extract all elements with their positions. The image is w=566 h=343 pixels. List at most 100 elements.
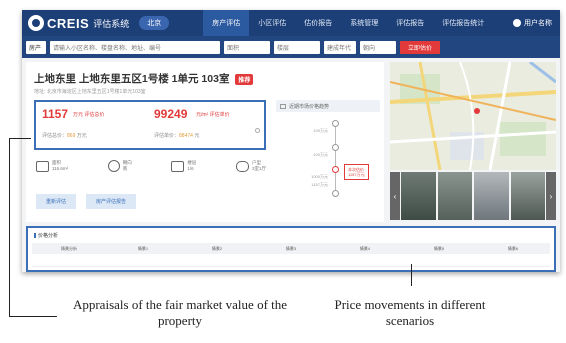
info-icon[interactable] [255, 128, 260, 133]
analysis-header-row: 情景分析 情景1 情景2 情景3 情景4 情景5 情景6 [32, 243, 550, 254]
total-price-range: 评估总价：869 万元 [42, 132, 87, 139]
brand-subtitle: 评估系统 [93, 18, 130, 29]
scenario-title: 近期市场价格趋势 [289, 103, 330, 110]
unit-price-unit: 元/m² 评估单价 [196, 112, 230, 118]
photo-thumbnail[interactable] [401, 172, 436, 220]
analysis-title: 价格分析 [34, 232, 58, 239]
layout-icon [235, 160, 249, 172]
nav-item-property-appraisal[interactable]: 房产评估 [203, 10, 250, 36]
attribute-label: 楼层 [187, 160, 197, 165]
price-analysis-table: 价格分析 情景分析 情景1 情景2 情景3 情景4 情景5 情景6 [26, 226, 556, 272]
logo-icon [28, 15, 44, 31]
next-photo-button[interactable]: › [546, 172, 556, 220]
property-card: 上地东里 上地东里五区1号楼 1单元 103室 推荐 地址: 北京市海淀区上地东… [26, 62, 384, 222]
appraise-button[interactable]: 立即估价 [400, 40, 441, 54]
property-subtitle: 地址: 北京市海淀区上地东里五区1号楼1单元103室 [34, 89, 146, 95]
floor-dropdown[interactable]: 楼层 [274, 40, 320, 54]
figure: CREIS 评估系统 北京 房产评估 小区评估 估价报告 系统管理 评估报告 评… [0, 0, 566, 343]
nav-item-appraisal-report[interactable]: 估价报告 [295, 10, 341, 36]
total-price-unit: 万元 评估总价 [73, 112, 105, 118]
column-header: 情景2 [211, 245, 223, 251]
photo-strip: ‹ › [390, 172, 556, 220]
photo-thumbnail[interactable] [437, 172, 472, 220]
brand-name: CREIS [47, 15, 90, 31]
attribute-orientation: 朝向南 [107, 160, 132, 172]
nav-item-community-appraisal[interactable]: 小区评估 [249, 10, 295, 36]
total-range-value: 869 [67, 133, 76, 139]
current-scenario-value: 1157万元 [348, 172, 365, 177]
search-filter-bar: 房产 请输入小区名称、楼盘名称、地址、编号 面积 楼层 建成年代 朝向 立即估价 [22, 36, 560, 58]
nav-item-system-management[interactable]: 系统管理 [341, 10, 387, 36]
reappraise-button[interactable]: 重新评估 [36, 194, 77, 209]
attribute-label: 朝向 [122, 160, 132, 165]
nav-item-reports[interactable]: 评估报告 [387, 10, 433, 36]
scenario-point[interactable] [332, 120, 339, 127]
area-icon [36, 160, 49, 172]
scenario-label: 109万元 [313, 128, 328, 133]
map-graphic [390, 62, 556, 170]
unit-range-label: 评估单价： [154, 133, 180, 139]
scenario-point[interactable] [332, 190, 339, 197]
top-navbar: CREIS 评估系统 北京 房产评估 小区评估 估价报告 系统管理 评估报告 评… [22, 10, 560, 36]
area-input[interactable]: 面积 [224, 40, 270, 54]
caption-fair-market-value: Appraisals of the fair market value of t… [72, 297, 288, 328]
user-name: 用户名称 [524, 20, 552, 27]
attribute-label: 户型 [251, 160, 261, 165]
callout-line-right [411, 264, 412, 286]
unit-range-unit: 元 [194, 133, 200, 139]
user-menu[interactable]: 用户名称 [513, 18, 552, 28]
attribute-label: 面积 [52, 160, 61, 165]
property-tag: 推荐 [235, 73, 254, 85]
attribute-value: 1/6 [187, 166, 194, 171]
attribute-value: 3室1厅 [251, 166, 266, 171]
floor-icon [171, 160, 185, 172]
column-header: 情景1 [137, 245, 149, 251]
attribute-area: 面积 116.6m² [36, 160, 68, 172]
type-dropdown[interactable]: 房产 [26, 40, 46, 54]
total-range-label: 评估总价： [42, 133, 68, 139]
property-address: 上地东里 上地东里五区1号楼 1单元 103室 [34, 73, 230, 85]
photo-thumbnail[interactable] [474, 172, 509, 220]
column-header: 情景5 [433, 245, 445, 251]
trend-icon [280, 103, 286, 109]
unit-range-value: 88474 [179, 133, 193, 139]
action-buttons: 重新评估 房产评估报告 [36, 194, 146, 209]
main-nav: 房产评估 小区评估 估价报告 系统管理 评估报告 评估报告统计 [203, 10, 493, 36]
column-header: 情景3 [285, 245, 297, 251]
orientation-dropdown[interactable]: 朝向 [360, 40, 396, 54]
attribute-layout: 户型 3室1厅 [235, 160, 266, 172]
callout-line-left-top [9, 138, 31, 139]
map-pin-icon[interactable] [474, 108, 480, 114]
logo[interactable]: CREIS 评估系统 [28, 15, 129, 31]
current-scenario-callout: 本次估价 1157万元 [344, 164, 369, 180]
appraisal-report-button[interactable]: 房产评估报告 [86, 194, 137, 209]
scenario-label: 1157万元 [311, 182, 328, 187]
column-header: 情景分析 [61, 245, 77, 251]
price-scenario-panel: 近期市场价格趋势 109万元 100万元 1000万元 1157万元 本次估价 1… [276, 100, 380, 210]
scenario-label: 100万元 [313, 152, 328, 157]
screenshot-frame: CREIS 评估系统 北京 房产评估 小区评估 估价报告 系统管理 评估报告 评… [22, 10, 560, 272]
scenario-point[interactable] [332, 144, 339, 151]
city-selector[interactable]: 北京 [139, 16, 170, 30]
user-icon [513, 19, 521, 27]
search-input[interactable]: 请输入小区名称、楼盘名称、地址、编号 [50, 40, 220, 54]
attribute-floor: 楼层 1/6 [171, 160, 196, 172]
property-attributes: 面积 116.6m² 朝向南 楼层 1/6 户型 3室1厅 [36, 160, 266, 172]
caption-price-movements: Price movements in different scenarios [334, 297, 486, 328]
callout-line-left-vertical [9, 138, 10, 316]
total-price: 1157 [42, 107, 69, 121]
scenario-header: 近期市场价格趋势 [276, 100, 380, 112]
nav-item-report-statistics[interactable]: 评估报告统计 [433, 10, 493, 36]
scenario-point-current[interactable] [332, 166, 339, 173]
total-range-unit: 万元 [76, 133, 87, 139]
column-header: 情景4 [359, 245, 371, 251]
property-title: 上地东里 上地东里五区1号楼 1单元 103室 推荐 [34, 71, 254, 86]
callout-line-left-bottom [9, 316, 57, 317]
table-row [32, 258, 550, 267]
prev-photo-button[interactable]: ‹ [390, 172, 400, 220]
photo-thumbnail[interactable] [510, 172, 545, 220]
age-input[interactable]: 建成年代 [324, 40, 356, 54]
attribute-value: 南 [122, 166, 128, 171]
valuation-box: 1157 万元 评估总价 99249 元/m² 评估单价 评估总价：869 万元… [34, 100, 266, 150]
location-map[interactable] [390, 62, 556, 170]
